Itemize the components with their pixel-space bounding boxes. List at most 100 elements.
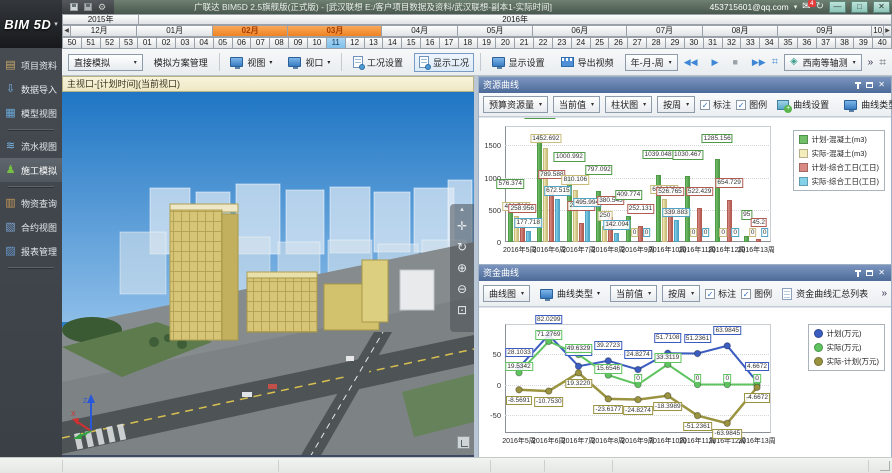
timeline-month-cell[interactable]: 03月 [288, 25, 382, 37]
timeline-week-cell[interactable]: 07 [251, 37, 270, 49]
funds-curve-type-button[interactable]: 曲线类型▾ [535, 284, 605, 303]
curve-type-button[interactable]: 曲线类型 [839, 95, 892, 114]
grid-icon[interactable]: ⌗ [879, 56, 886, 68]
timeline-week-cell[interactable]: 03 [176, 37, 195, 49]
timeline-month-cell[interactable]: 09月 [778, 25, 872, 37]
maximize-button[interactable]: □ [851, 1, 868, 13]
sidebar-item-data-import[interactable]: ⇩数据导入 [0, 77, 62, 101]
timeline-month-cell[interactable]: 08月 [703, 25, 778, 37]
curve-settings-button[interactable]: 曲线设置 [772, 95, 834, 114]
panel-overflow-button[interactable]: » [881, 288, 887, 299]
value-mode-dropdown[interactable]: 当前值▾ [553, 96, 600, 113]
timeline-week-cell[interactable]: 52 [101, 37, 120, 49]
timeline-week-cell[interactable]: 10 [308, 37, 327, 49]
timeline-week-cell[interactable]: 37 [817, 37, 836, 49]
period-dropdown[interactable]: 按周▾ [657, 96, 695, 113]
funds-summary-list-button[interactable]: 资金曲线汇总列表 [777, 284, 873, 303]
sync-icon[interactable]: ↻ [816, 2, 824, 12]
save-as-icon[interactable] [84, 3, 92, 11]
maximize-icon[interactable] [866, 82, 873, 88]
timeline-week-cell[interactable]: 13 [365, 37, 384, 49]
timeline-week-cell[interactable]: 18 [459, 37, 478, 49]
funds-legend-checkbox[interactable]: ✓图例 [741, 287, 772, 300]
sidebar-item-material-query[interactable]: ▥物资查询 [0, 191, 62, 215]
timeline-month-cell[interactable]: 12月 [62, 25, 137, 37]
timeline-week-cell[interactable]: 30 [685, 37, 704, 49]
fast-forward-button[interactable]: ▶▶ [752, 58, 766, 67]
rewind-button[interactable]: ◀◀ [684, 58, 698, 67]
stop-button[interactable]: ■ [732, 58, 737, 67]
condition-settings-button[interactable]: 工况设置 [348, 53, 408, 72]
toolbar-overflow-button[interactable]: » [868, 57, 874, 68]
viewport-button[interactable]: 视口▾ [283, 53, 335, 72]
play-button[interactable]: ▶ [712, 58, 719, 67]
timeline-week-cell[interactable]: 24 [572, 37, 591, 49]
timeline-week-cell[interactable]: 08 [270, 37, 289, 49]
timeline-week-cell[interactable]: 34 [760, 37, 779, 49]
sidebar-item-report-mgmt[interactable]: ▨报表管理 [0, 239, 62, 263]
sidebar-item-construction-sim[interactable]: ♟施工模拟 [0, 158, 62, 182]
timeline-month-cell[interactable]: 07月 [627, 25, 702, 37]
timeline-week-cell[interactable]: 16 [421, 37, 440, 49]
timeline-week-cell[interactable]: 25 [591, 37, 610, 49]
timeline-week-cell[interactable]: 23 [553, 37, 572, 49]
timeline-week-cell[interactable]: 53 [120, 37, 139, 49]
sim-mode-dropdown[interactable]: 直接模拟▾ [68, 54, 143, 71]
funds-annotate-checkbox[interactable]: ✓标注 [705, 287, 736, 300]
funds-value-mode-dropdown[interactable]: 当前值▾ [610, 285, 657, 302]
sidebar-item-contract-view[interactable]: ▧合约视图 [0, 215, 62, 239]
timeline-scroll-right-icon[interactable]: ▶ [883, 25, 892, 37]
timeline-month-cell[interactable]: 06月 [533, 25, 627, 37]
zoom-in-icon[interactable]: ⊕ [453, 259, 471, 277]
view-button[interactable]: 视图▾ [225, 53, 277, 72]
timeline-month-cell[interactable]: 02月 [213, 25, 288, 37]
timeline-week-cell[interactable]: 21 [515, 37, 534, 49]
timeline-week-cell[interactable]: 22 [534, 37, 553, 49]
resize-grip-icon[interactable] [880, 461, 890, 471]
pin-icon[interactable] [857, 270, 859, 277]
timeline-week-cell[interactable]: 26 [609, 37, 628, 49]
viewport-corner-button[interactable] [457, 436, 470, 449]
collapse-icon[interactable]: ▴ [460, 206, 464, 214]
timeline-week-cell[interactable]: 20 [496, 37, 515, 49]
sidebar-item-flow-view[interactable]: ≋流水视图 [0, 134, 62, 158]
sidebar-item-model-view[interactable]: ▦模型视图 [0, 101, 62, 125]
timeline-week-cell[interactable]: 40 [873, 37, 892, 49]
timeline-week-cell[interactable]: 36 [798, 37, 817, 49]
timeline-week-cell[interactable]: 06 [233, 37, 252, 49]
viewport-3d[interactable]: ▴ ✛↻⊕⊖⊡ Z X Y [62, 92, 474, 457]
timeline-week-cell[interactable]: 14 [383, 37, 402, 49]
timeline-week-cell[interactable]: 51 [82, 37, 101, 49]
chart-type-dropdown[interactable]: 柱状图▾ [605, 96, 652, 113]
show-condition-button[interactable]: 显示工况 [414, 53, 474, 72]
timeline-week-cell[interactable]: 02 [157, 37, 176, 49]
sidebar-item-project-docs[interactable]: ▤项目资料 [0, 53, 62, 77]
timeline-month-cell[interactable]: 01月 [137, 25, 212, 37]
resource-source-dropdown[interactable]: 预算资源量▾ [483, 96, 548, 113]
timeline-week-cell[interactable]: 19 [478, 37, 497, 49]
viewport-header[interactable]: 主视口-[计划时间](当前视口) [62, 76, 474, 92]
timeline-week-cell[interactable]: 04 [195, 37, 214, 49]
timeline-year-cell[interactable]: 2015年 [62, 14, 139, 25]
timeline-week-cell[interactable]: 12 [346, 37, 365, 49]
timeline-week-cell[interactable]: 32 [723, 37, 742, 49]
timeline-current-week-cell[interactable]: 11 [327, 37, 346, 49]
app-logo[interactable]: BIM 5D ▾ [0, 0, 62, 48]
time-unit-dropdown[interactable]: 年-月-周▾ [625, 54, 678, 71]
scheme-management-button[interactable]: 模拟方案管理 [149, 53, 213, 72]
view-preset-dropdown[interactable]: ◈西南等轴测▾ [784, 54, 862, 71]
timeline-week-cell[interactable]: 27 [628, 37, 647, 49]
save-icon[interactable] [70, 3, 78, 11]
annotate-checkbox[interactable]: ✓标注 [700, 98, 731, 111]
orbit-icon[interactable]: ↻ [453, 238, 471, 256]
timeline-week-cell[interactable]: 15 [402, 37, 421, 49]
timeline-month-cell[interactable]: 05月 [458, 25, 533, 37]
timeline-week-cell[interactable]: 31 [704, 37, 723, 49]
timeline-week-cell[interactable]: 35 [779, 37, 798, 49]
timeline-year-cell[interactable]: 2016年 [139, 14, 892, 25]
zoom-extents-icon[interactable]: ⊡ [453, 301, 471, 319]
timeline-week-cell[interactable]: 17 [440, 37, 459, 49]
timeline-week-cell[interactable]: 39 [854, 37, 873, 49]
account-chevron-icon[interactable]: ▾ [794, 3, 798, 11]
timeline-week-cell[interactable]: 38 [836, 37, 855, 49]
